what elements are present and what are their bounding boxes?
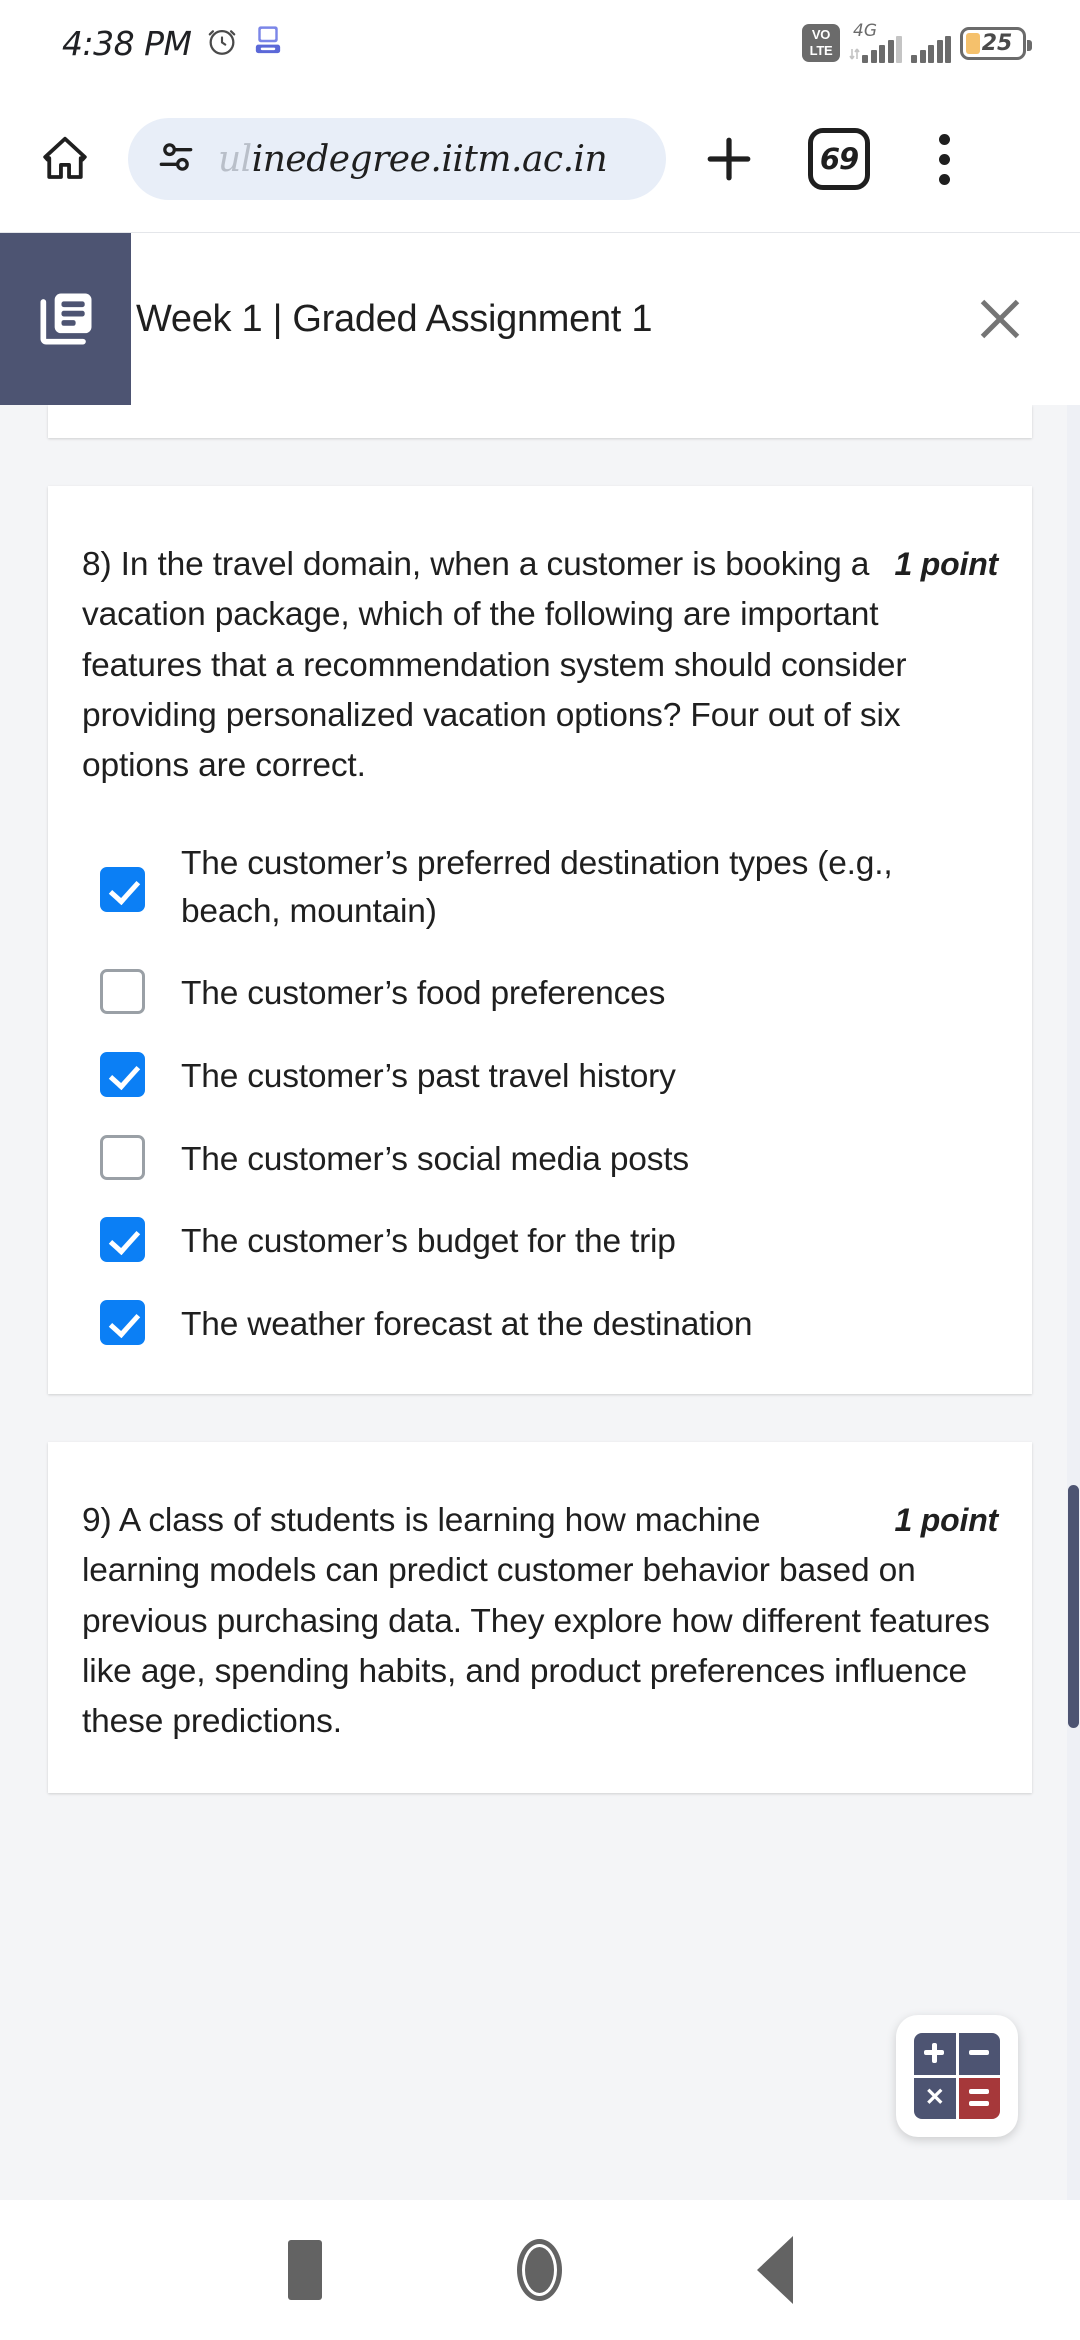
home-circle-icon[interactable] — [516, 2239, 562, 2301]
url-text: ulinedegree.iitm.ac.in — [218, 139, 607, 180]
three-dot-menu-icon-dot1 — [938, 133, 950, 145]
option-label: The weather forecast at the destination — [181, 1305, 753, 1343]
scrollbar[interactable] — [1067, 405, 1080, 2200]
option-label: The customer’s preferred destination typ… — [181, 845, 893, 930]
data-arrows-icon — [849, 41, 860, 63]
calculator-minus-key[interactable] — [958, 2033, 1000, 2075]
option-label: The customer’s social media posts — [181, 1140, 689, 1178]
option-row[interactable]: The customer’s budget for the trip — [82, 1217, 998, 1266]
option-row[interactable]: The customer’s social media posts — [82, 1134, 998, 1184]
question-9-number: 9) — [82, 1502, 112, 1540]
tune-sliders-icon[interactable] — [154, 135, 198, 184]
status-bar-left: 4:38 PM — [62, 24, 283, 63]
new-tab-button[interactable] — [690, 120, 768, 198]
checkbox-unchecked[interactable] — [100, 1134, 145, 1180]
option-row[interactable]: The customer’s past travel history — [82, 1051, 998, 1101]
assignment-icon-block[interactable] — [0, 233, 131, 405]
android-navigation-bar — [0, 2200, 1080, 2340]
library-article-icon — [40, 293, 91, 345]
browser-toolbar: ulinedegree.iitm.ac.in 69 — [0, 86, 1080, 233]
scrollbar-thumb[interactable] — [1068, 1485, 1079, 1728]
previous-question-card-partial — [48, 405, 1032, 438]
alarm-clock-icon — [205, 24, 239, 63]
calculator-widget[interactable]: ✕ — [896, 2015, 1018, 2137]
three-dot-menu-icon-dot3 — [938, 173, 950, 185]
option-row[interactable]: The customer’s food preferences — [82, 969, 998, 1018]
back-triangle-icon[interactable] — [756, 2236, 793, 2304]
question-8-text: In the travel domain, when a customer is… — [82, 546, 907, 784]
question-9-body: 1 point 9) A class of students is learnin… — [48, 1442, 1032, 1793]
page-title: Week 1 | Graded Assignment 1 — [136, 297, 653, 340]
checkbox-checked[interactable] — [100, 1299, 145, 1345]
option-row[interactable]: The customer’s preferred destination typ… — [82, 839, 998, 935]
card-spacer — [0, 438, 1080, 486]
question-9-text: A class of students is learning how mach… — [82, 1502, 990, 1741]
phone-screen: 4:38 PM VO LTE 4G 25 ulinedegree.iitm.ac… — [0, 0, 1080, 2340]
mail-badge-icon — [253, 24, 283, 63]
volte-icon: VO LTE — [802, 24, 840, 62]
home-button[interactable] — [30, 124, 100, 194]
status-bar-right: VO LTE 4G 25 — [802, 21, 1050, 63]
question-8-options: The customer’s preferred destination typ… — [82, 839, 998, 1348]
battery-percent-label: 25 — [981, 30, 1013, 56]
recents-square-icon[interactable] — [287, 2240, 322, 2300]
checkbox-checked[interactable] — [100, 1051, 145, 1097]
assignment-content[interactable]: 1 point 8) In the travel domain, when a c… — [0, 405, 1080, 2200]
question-8-body: 1 point 8) In the travel domain, when a c… — [48, 486, 1032, 1394]
calculator-key-grid: ✕ — [914, 2033, 1000, 2119]
close-x-icon — [980, 299, 1020, 339]
calculator-equals-key[interactable] — [958, 2077, 1000, 2119]
option-label: The customer’s food preferences — [181, 975, 666, 1013]
assignment-header: Week 1 | Graded Assignment 1 — [0, 233, 1080, 405]
option-label: The customer’s budget for the trip — [181, 1223, 676, 1261]
signal-bars-sim2 — [911, 36, 951, 63]
checkbox-unchecked[interactable] — [100, 969, 145, 1015]
tab-count-label: 69 — [819, 142, 859, 176]
card-spacer — [0, 1394, 1080, 1442]
tab-switcher-button[interactable]: 69 — [808, 128, 870, 190]
calculator-multiply-key[interactable]: ✕ — [914, 2077, 956, 2119]
browser-menu-button[interactable] — [914, 124, 974, 194]
status-clock: 4:38 PM — [62, 23, 192, 63]
close-button[interactable] — [952, 271, 1048, 367]
question-9-text-wrap: 1 point 9) A class of students is learnin… — [82, 1496, 998, 1747]
multiply-icon: ✕ — [924, 2084, 945, 2112]
question-8-text-wrap: 1 point 8) In the travel domain, when a c… — [82, 540, 998, 791]
volte-line-1: VO — [811, 27, 831, 42]
battery-icon: 25 — [960, 26, 1032, 60]
three-dot-menu-icon-dot2 — [938, 153, 950, 165]
question-card-9: 1 point 9) A class of students is learnin… — [48, 1442, 1032, 1794]
signal-icon-sim2 — [911, 23, 951, 63]
option-row[interactable]: The weather forecast at the destination — [82, 1299, 998, 1349]
question-9-points: 1 point — [894, 1502, 999, 1539]
calculator-plus-key[interactable] — [914, 2033, 956, 2075]
checkbox-checked[interactable] — [100, 867, 145, 913]
checkbox-checked[interactable] — [100, 1217, 145, 1263]
question-card-8: 1 point 8) In the travel domain, when a c… — [48, 486, 1032, 1395]
signal-icon-sim1: 4G — [849, 21, 902, 63]
url-text-visible: inedegree.iitm.ac.in — [251, 138, 608, 180]
plus-icon — [707, 137, 751, 181]
question-8-points: 1 point — [894, 546, 999, 582]
volte-line-2: LTE — [809, 43, 833, 58]
status-bar: 4:38 PM VO LTE 4G 25 — [0, 0, 1080, 86]
network-type-label: 4G — [853, 21, 877, 41]
option-label: The customer’s past travel history — [181, 1057, 676, 1095]
home-icon — [43, 136, 87, 179]
question-8-number: 8) — [82, 546, 112, 583]
url-text-truncated: ul — [218, 138, 252, 180]
url-bar[interactable]: ulinedegree.iitm.ac.in — [128, 118, 666, 200]
